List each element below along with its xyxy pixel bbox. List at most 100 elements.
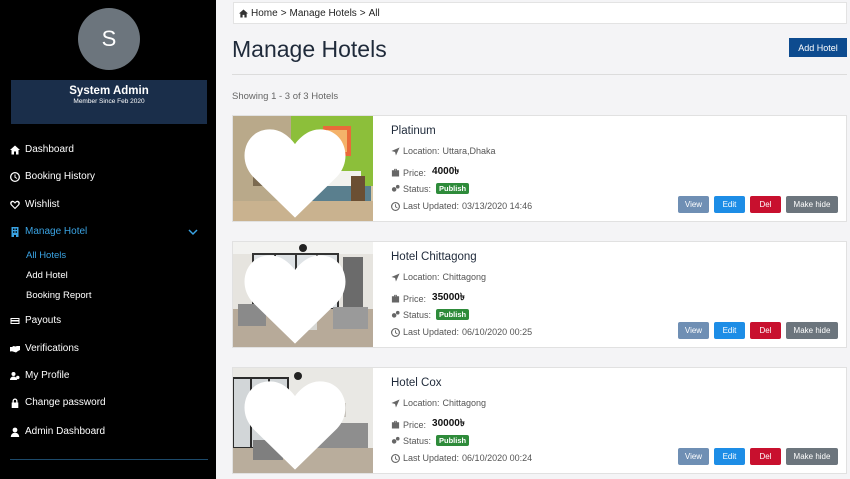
sidebar-item-my-profile[interactable]: My Profile (10, 370, 69, 381)
card-icon (10, 317, 20, 324)
users-cog-icon (10, 371, 20, 380)
heart-icon (10, 200, 20, 209)
breadcrumb-separator: > (280, 7, 287, 19)
sidebar-item-payouts[interactable]: Payouts (10, 315, 61, 326)
hotel-photo[interactable] (233, 368, 373, 473)
view-button[interactable]: View (678, 196, 709, 213)
delete-button[interactable]: Del (750, 196, 781, 213)
breadcrumb-home[interactable]: Home (251, 8, 278, 19)
user-icon (10, 427, 20, 437)
clock-icon (391, 327, 400, 337)
sidebar-item-label: Admin Dashboard (25, 426, 106, 437)
hotel-name[interactable]: Hotel Chittagong (391, 251, 477, 263)
breadcrumb-separator: > (359, 7, 366, 19)
luggage-icon (391, 168, 400, 177)
sidebar-item-wishlist[interactable]: Wishlist (10, 199, 59, 210)
home-icon (239, 8, 248, 18)
hotel-status: Status: Publish (391, 183, 470, 194)
status-badge: Publish (436, 183, 470, 194)
location-arrow-icon (391, 272, 400, 282)
sidebar-item-dashboard[interactable]: Dashboard (10, 144, 74, 155)
hotel-card: Platinum Location: Uttara,Dhaka Price: 4… (232, 115, 847, 222)
view-button[interactable]: View (678, 322, 709, 339)
sidebar-item-label: Manage Hotel (25, 226, 88, 237)
handshake-icon (10, 345, 20, 352)
luggage-icon (391, 420, 400, 429)
edit-button[interactable]: Edit (714, 448, 745, 465)
status-badge: Publish (436, 309, 470, 320)
main-content: Home > Manage Hotels > All Manage Hotels… (216, 0, 850, 479)
hotel-status: Status: Publish (391, 309, 470, 320)
view-button[interactable]: View (678, 448, 709, 465)
delete-button[interactable]: Del (750, 448, 781, 465)
sidebar-item-label: Payouts (25, 315, 62, 326)
hotel-updated: Last Updated: 03/13/2020 14:46 (391, 201, 532, 211)
breadcrumb: Home > Manage Hotels > All (233, 2, 847, 24)
breadcrumb-current: All (368, 7, 380, 19)
clock-icon (391, 453, 400, 463)
sidebar-item-admin-dashboard[interactable]: Admin Dashboard (10, 426, 105, 437)
sidebar-item-label: Verifications (25, 343, 79, 354)
add-hotel-button[interactable]: Add Hotel (789, 38, 847, 57)
sidebar-item-booking-history[interactable]: Booking History (10, 171, 95, 182)
edit-button[interactable]: Edit (714, 196, 745, 213)
avatar[interactable]: S (78, 8, 140, 70)
hotel-name[interactable]: Platinum (391, 125, 436, 137)
home-icon (10, 145, 20, 154)
sidebar-item-label: My Profile (25, 370, 70, 381)
divider (232, 74, 847, 75)
hotel-price: Price: 30000৳ (391, 416, 465, 433)
hotel-photo[interactable] (233, 116, 373, 221)
submenu-all-hotels[interactable]: All Hotels (26, 250, 66, 261)
submenu-add-hotel[interactable]: Add Hotel (26, 270, 68, 281)
hotel-updated: Last Updated: 06/10/2020 00:24 (391, 453, 532, 463)
sidebar: S System Admin Member Since Feb 2020 Das… (0, 0, 216, 479)
clock-icon (391, 201, 400, 211)
sidebar-item-label: Change password (25, 397, 106, 408)
favorite-heart-icon[interactable] (233, 373, 365, 473)
breadcrumb-manage-hotels[interactable]: Manage Hotels (290, 8, 357, 19)
make-hide-button[interactable]: Make hide (786, 322, 838, 339)
submenu-booking-report[interactable]: Booking Report (26, 290, 91, 301)
hotel-photo[interactable] (233, 242, 373, 347)
profile-card: System Admin Member Since Feb 2020 (11, 80, 207, 124)
favorite-heart-icon[interactable] (233, 121, 365, 221)
chevron-down-icon[interactable] (188, 228, 198, 236)
building-icon (11, 226, 19, 237)
clock-icon (10, 171, 20, 182)
results-count: Showing 1 - 3 of 3 Hotels (232, 91, 339, 102)
make-hide-button[interactable]: Make hide (786, 448, 838, 465)
hotel-location: Location: Uttara,Dhaka (391, 146, 496, 156)
hotel-price: Price: 35000৳ (391, 290, 465, 307)
make-hide-button[interactable]: Make hide (786, 196, 838, 213)
luggage-icon (391, 294, 400, 303)
member-since: Member Since Feb 2020 (73, 98, 145, 105)
edit-button[interactable]: Edit (714, 322, 745, 339)
hotel-card: Hotel Chittagong Location: Chittagong Pr… (232, 241, 847, 348)
sidebar-item-label: Dashboard (25, 144, 74, 155)
sidebar-item-change-password[interactable]: Change password (10, 397, 106, 408)
cogs-icon (391, 310, 400, 318)
location-arrow-icon (391, 398, 400, 408)
delete-button[interactable]: Del (750, 322, 781, 339)
lock-icon (11, 398, 19, 408)
hotel-location: Location: Chittagong (391, 398, 486, 408)
sidebar-item-label: Wishlist (25, 199, 60, 210)
page-title: Manage Hotels (232, 36, 387, 62)
profile-name: System Admin (69, 85, 149, 97)
favorite-heart-icon[interactable] (233, 247, 365, 347)
hotel-name[interactable]: Hotel Cox (391, 377, 442, 389)
sidebar-item-manage-hotel[interactable]: Manage Hotel (10, 226, 87, 237)
hotel-status: Status: Publish (391, 435, 470, 446)
sidebar-divider (10, 459, 208, 460)
cogs-icon (391, 436, 400, 444)
sidebar-item-label: Booking History (25, 171, 96, 182)
cogs-icon (391, 184, 400, 192)
hotel-updated: Last Updated: 06/10/2020 00:25 (391, 327, 532, 337)
status-badge: Publish (436, 435, 470, 446)
hotel-location: Location: Chittagong (391, 272, 486, 282)
sidebar-item-verifications[interactable]: Verifications (10, 343, 79, 354)
hotel-card: Hotel Cox Location: Chittagong Price: 30… (232, 367, 847, 474)
location-arrow-icon (391, 146, 400, 156)
hotel-price: Price: 4000৳ (391, 164, 459, 181)
